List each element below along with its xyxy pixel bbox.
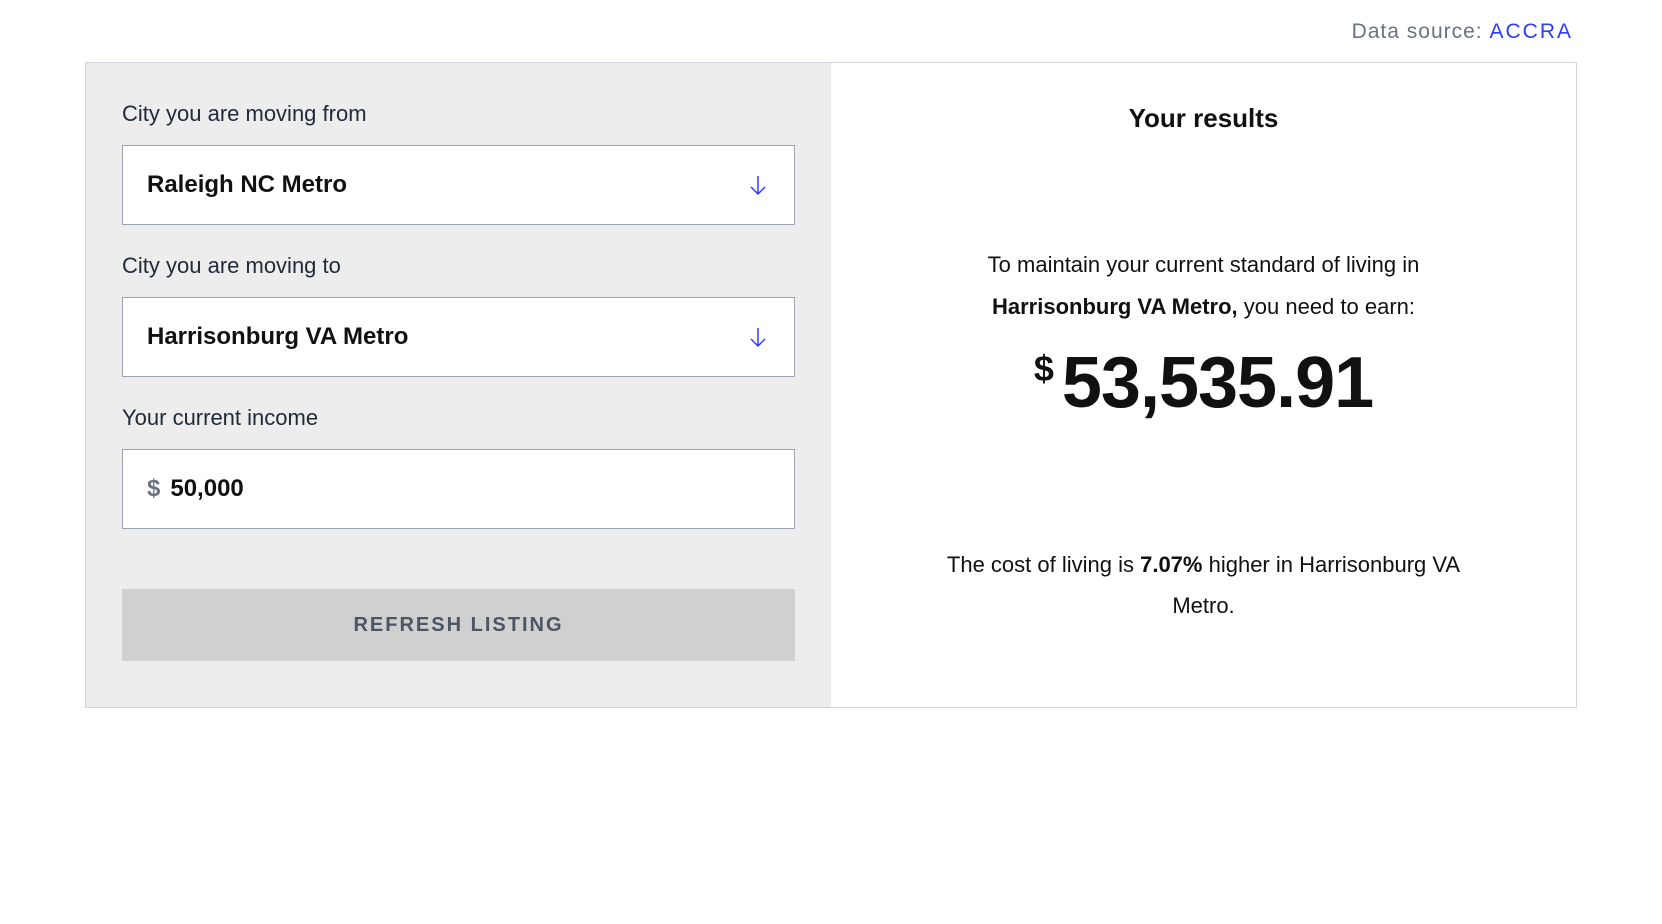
results-panel: Your results To maintain your current st… <box>831 63 1576 707</box>
from-city-group: City you are moving from Raleigh NC Metr… <box>122 101 795 225</box>
arrow-down-icon <box>746 173 770 197</box>
results-intro-suffix: you need to earn: <box>1238 294 1415 319</box>
to-city-select[interactable]: Harrisonburg VA Metro <box>122 297 795 377</box>
comparison-percent: 7.07% <box>1140 552 1202 577</box>
arrow-down-icon <box>746 325 770 349</box>
to-city-group: City you are moving to Harrisonburg VA M… <box>122 253 795 377</box>
results-intro-city: Harrisonburg VA Metro, <box>992 294 1238 319</box>
income-input-wrapper[interactable]: $ <box>122 449 795 529</box>
from-city-select[interactable]: Raleigh NC Metro <box>122 145 795 225</box>
refresh-button[interactable]: REFRESH LISTING <box>122 589 795 661</box>
comparison-prefix: The cost of living is <box>947 552 1140 577</box>
comparison-suffix: higher in Harrisonburg VA Metro. <box>1172 552 1460 619</box>
from-city-value: Raleigh NC Metro <box>147 171 746 199</box>
results-intro-prefix: To maintain your current standard of liv… <box>988 252 1420 277</box>
calculator-container: City you are moving from Raleigh NC Metr… <box>85 62 1577 708</box>
data-source-link[interactable]: ACCRA <box>1489 20 1573 43</box>
amount-currency: $ <box>1034 348 1054 390</box>
comparison-text: The cost of living is 7.07% higher in Ha… <box>924 544 1484 628</box>
results-title: Your results <box>1129 103 1279 134</box>
results-intro: To maintain your current standard of liv… <box>924 244 1484 328</box>
data-source-text: Data source: <box>1352 20 1490 43</box>
amount-value: 53,535.91 <box>1062 342 1373 424</box>
to-city-value: Harrisonburg VA Metro <box>147 323 746 351</box>
income-group: Your current income $ <box>122 405 795 529</box>
to-city-label: City you are moving to <box>122 253 795 279</box>
currency-sign: $ <box>147 475 160 503</box>
input-panel: City you are moving from Raleigh NC Metr… <box>86 63 831 707</box>
income-input[interactable] <box>170 475 770 503</box>
income-label: Your current income <box>122 405 795 431</box>
data-source-label: Data source: ACCRA <box>85 20 1577 44</box>
amount-display: $ 53,535.91 <box>1034 342 1373 424</box>
from-city-label: City you are moving from <box>122 101 795 127</box>
